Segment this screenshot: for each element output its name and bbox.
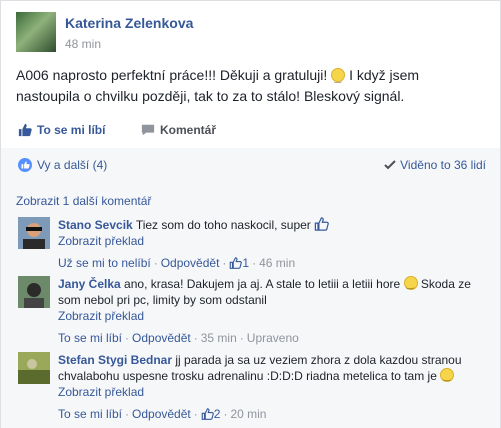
thumbs-up-emoji-icon [314, 217, 329, 231]
checkmark-icon [384, 160, 396, 170]
comment-text: ano, krasa! Dakujem ja aj. A stale to le… [120, 277, 404, 291]
see-translation-link[interactable]: Zobrazit překlad [58, 384, 478, 400]
comment-meta: To se mi líbí · Odpovědět · 2 · 20 min [58, 407, 267, 421]
commenter-name[interactable]: Stefan Stygi Bednar [58, 353, 172, 367]
comment-timestamp[interactable]: 46 min [259, 256, 295, 270]
commenter-avatar[interactable] [18, 217, 50, 249]
comment-body: Jany Čelka ano, krasa! Dakujem ja aj. A … [58, 276, 478, 346]
like-badge-icon [18, 158, 32, 172]
commenter-avatar[interactable] [18, 352, 50, 384]
comment-button-label: Komentář [160, 123, 217, 137]
comment-meta: To se mi líbí · Odpovědět · 35 min · Upraveno [58, 331, 299, 345]
comment-body: Stefan Stygi Bednar jj parada ja sa uz v… [58, 352, 478, 422]
likes-summary-text: Vy a další (4) [37, 158, 108, 172]
thumbs-up-icon [201, 408, 214, 420]
post-text-part-1: A006 naprosto perfektní práce!!! Děkuji … [16, 67, 332, 83]
commenter-name[interactable]: Jany Čelka [58, 277, 121, 291]
post-actions: To se mi líbí Komentář [16, 119, 486, 143]
likes-bar: Vy a další (4) Viděno to 36 lidí [1, 148, 500, 183]
seen-by[interactable]: Viděno to 36 lidí [384, 158, 486, 172]
smile-emoji-icon [440, 368, 455, 384]
author-avatar[interactable] [16, 12, 56, 52]
comment-like-count[interactable]: 1 [229, 256, 249, 270]
comment-reply-button[interactable]: Odpovědět [161, 256, 220, 270]
comment-icon [141, 124, 155, 136]
thumbs-up-icon [230, 257, 243, 269]
comment-timestamp[interactable]: 20 min [230, 407, 266, 421]
comment-body: Stano Sevcik Tiez som do toho naskocil, … [58, 217, 478, 271]
comment-meta: Už se mi to nelíbí · Odpovědět · 1 · 46 min [58, 256, 296, 270]
like-count-value: 2 [213, 407, 221, 421]
comment-like-button[interactable]: Už se mi to nelíbí [58, 256, 151, 270]
smile-emoji-icon [403, 276, 418, 292]
comment-reply-button[interactable]: Odpovědět [132, 407, 191, 421]
comment-button[interactable]: Komentář [141, 123, 216, 137]
see-translation-link[interactable]: Zobrazit překlad [58, 308, 478, 324]
view-more-comments-link[interactable]: Zobrazit 1 další komentář [16, 194, 151, 208]
comment-text: Tiez som do toho naskocil, super [132, 218, 311, 232]
smile-emoji-icon [331, 68, 346, 89]
post-author[interactable]: Katerina Zelenkova [65, 15, 193, 31]
commenter-name[interactable]: Stano Sevcik [58, 218, 133, 232]
comment-timestamp[interactable]: 35 min [201, 331, 237, 345]
post-text: A006 naprosto perfektní práce!!! Děkuji … [16, 65, 486, 107]
like-count-value: 1 [242, 256, 250, 270]
commenter-avatar[interactable] [18, 276, 50, 308]
post-card: Katerina Zelenkova 48 min A006 naprosto … [0, 0, 501, 428]
likes-summary[interactable]: Vy a další (4) [18, 158, 107, 172]
comment-like-button[interactable]: To se mi líbí [58, 331, 122, 345]
like-button-label: To se mi líbí [37, 123, 106, 137]
thumbs-up-icon [18, 123, 32, 137]
comment-like-count[interactable]: 2 [201, 407, 221, 421]
post-timestamp[interactable]: 48 min [65, 37, 101, 51]
seen-by-text: Viděno to 36 lidí [400, 158, 486, 172]
comment-reply-button[interactable]: Odpovědět [132, 331, 191, 345]
edited-label[interactable]: Upraveno [247, 331, 299, 345]
see-translation-link[interactable]: Zobrazit překlad [58, 233, 478, 249]
comment-like-button[interactable]: To se mi líbí [58, 407, 122, 421]
comments-section: Zobrazit 1 další komentář Stano Sevcik T… [1, 183, 500, 428]
like-button[interactable]: To se mi líbí [18, 123, 105, 137]
